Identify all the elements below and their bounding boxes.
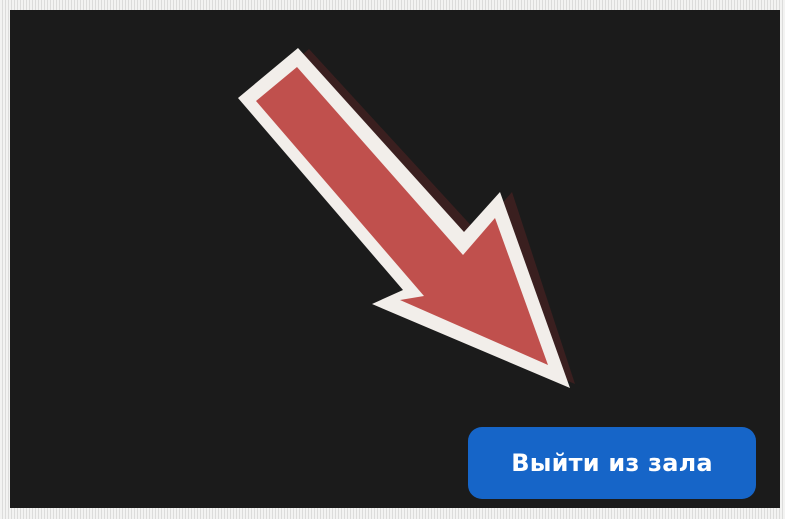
leave-room-button[interactable]: Выйти из зала <box>468 427 756 499</box>
